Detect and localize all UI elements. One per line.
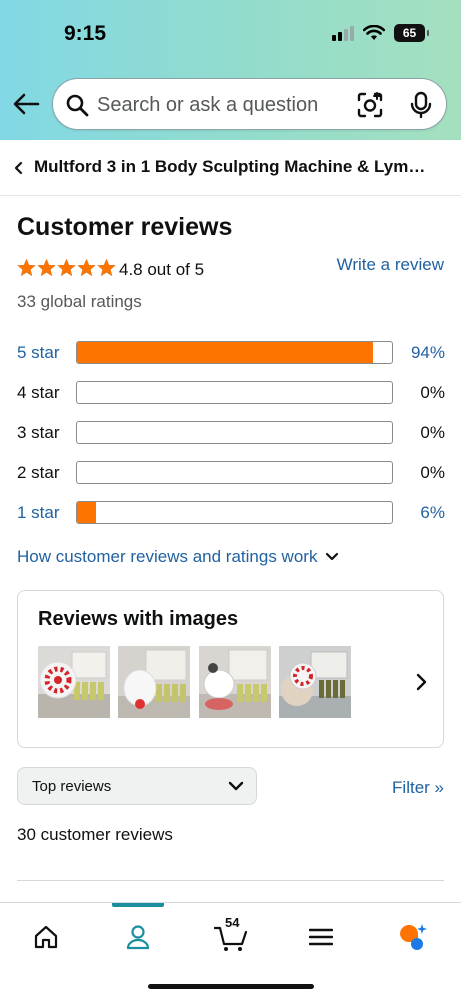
star-icon: [37, 258, 56, 277]
star-icon: [17, 258, 36, 277]
search-bar[interactable]: [52, 78, 447, 130]
signal-icon: [332, 26, 354, 41]
histogram-label: 3 star: [17, 423, 60, 442]
star-icon: [97, 258, 116, 277]
histogram-fill: [77, 502, 96, 523]
profile-icon: [126, 925, 150, 950]
histogram-label: 2 star: [17, 463, 60, 482]
sort-dropdown[interactable]: Top reviews: [17, 767, 257, 805]
global-ratings: 33 global ratings: [17, 292, 142, 311]
chevron-right-icon[interactable]: [415, 673, 427, 691]
review-photo: [118, 646, 190, 718]
review-photo: [279, 646, 351, 718]
review-image-thumbnail[interactable]: [279, 646, 351, 718]
histogram-percent: 6%: [420, 503, 445, 522]
nav-home[interactable]: [23, 917, 69, 957]
star-icon: [57, 258, 76, 277]
histogram-percent: 0%: [420, 423, 445, 442]
nav-rufus[interactable]: [389, 917, 435, 957]
home-indicator: [148, 984, 314, 989]
top-header: 9:15 65: [0, 0, 461, 140]
how-reviews-work-label: How customer reviews and ratings work: [17, 547, 318, 566]
histogram-row-4-star: 4 star 0%: [17, 381, 445, 405]
reviews-with-images-card[interactable]: Reviews with images: [17, 590, 444, 748]
search-input[interactable]: [97, 91, 327, 119]
menu-icon: [309, 928, 333, 946]
write-review-link[interactable]: Write a review: [337, 255, 444, 275]
histogram-bar: [76, 461, 393, 484]
divider: [17, 880, 444, 881]
rufus-icon: [400, 924, 427, 950]
review-count: 30 customer reviews: [17, 825, 173, 844]
wifi-icon: [363, 25, 385, 40]
nav-menu[interactable]: [298, 917, 344, 957]
histogram-percent: 0%: [420, 383, 445, 402]
home-icon: [34, 925, 58, 949]
filter-link[interactable]: Filter »: [392, 778, 444, 798]
star-rating: [17, 258, 116, 277]
search-icon: [66, 94, 89, 117]
reviews-with-images-title: Reviews with images: [38, 608, 239, 630]
histogram-row-5-star[interactable]: 5 star 94%: [17, 341, 445, 365]
histogram-label: 1 star: [17, 503, 60, 522]
nav-profile[interactable]: [115, 917, 161, 957]
nav-cart[interactable]: [208, 917, 254, 957]
nav-active-indicator: [112, 903, 164, 907]
status-icons: 65: [332, 24, 429, 42]
chevron-down-icon: [228, 781, 244, 791]
how-reviews-work-link[interactable]: How customer reviews and ratings work: [17, 547, 339, 567]
product-title: Multford 3 in 1 Body Sculpting Machine &…: [34, 157, 426, 176]
histogram-row-2-star: 2 star 0%: [17, 461, 445, 485]
rating-text: 4.8 out of 5: [119, 260, 205, 279]
histogram-bar: [76, 421, 393, 444]
star-icon: [77, 258, 96, 277]
back-arrow-icon[interactable]: [12, 92, 40, 116]
histogram-row-1-star[interactable]: 1 star 6%: [17, 501, 445, 525]
review-photo: [38, 646, 110, 718]
cart-icon: [214, 926, 248, 951]
histogram-bar: [76, 341, 393, 364]
histogram-label: 5 star: [17, 343, 60, 362]
histogram-percent: 94%: [410, 343, 445, 362]
microphone-icon[interactable]: [409, 91, 433, 119]
histogram-bar: [76, 501, 393, 524]
histogram-row-3-star: 3 star 0%: [17, 421, 445, 445]
camera-search-icon[interactable]: [356, 91, 384, 119]
status-time: 9:15: [64, 22, 107, 45]
histogram-label: 4 star: [17, 383, 60, 402]
review-image-thumbnail[interactable]: [38, 646, 110, 718]
product-breadcrumb[interactable]: Multford 3 in 1 Body Sculpting Machine &…: [0, 140, 461, 196]
chevron-left-icon: [14, 161, 23, 175]
review-image-thumbnail[interactable]: [118, 646, 190, 718]
histogram-bar: [76, 381, 393, 404]
histogram-fill: [77, 342, 374, 363]
histogram-percent: 0%: [420, 463, 445, 482]
battery-icon: 65: [394, 24, 429, 42]
customer-reviews-heading: Customer reviews: [17, 213, 233, 241]
sort-selected-value: Top reviews: [32, 778, 112, 795]
review-image-thumbnail[interactable]: [199, 646, 271, 718]
review-photo: [199, 646, 271, 718]
chevron-down-icon: [326, 552, 339, 561]
